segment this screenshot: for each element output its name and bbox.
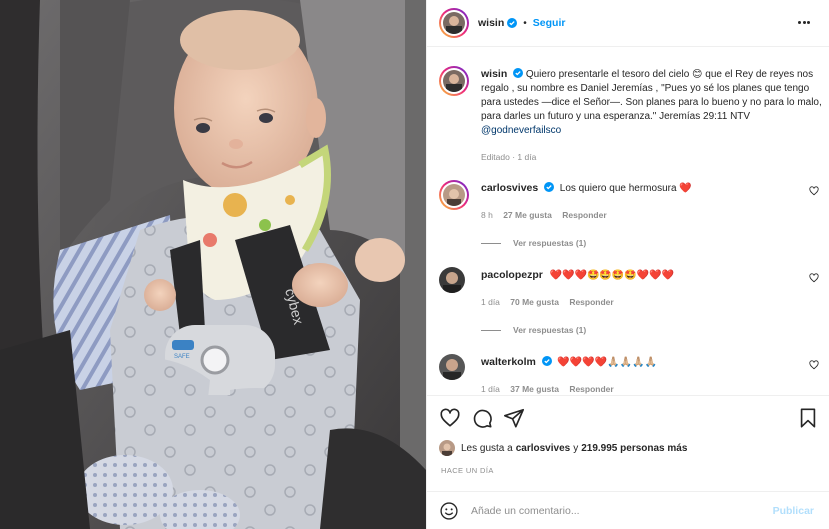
- liker-username[interactable]: carlosvives: [516, 443, 571, 454]
- post-header: wisin • Seguir: [427, 0, 829, 47]
- post-timestamp[interactable]: HACE UN DÍA: [441, 466, 494, 475]
- caption-avatar[interactable]: [439, 66, 469, 96]
- bookmark-icon[interactable]: [797, 407, 819, 429]
- view-replies-label: Ver respuestas (1): [513, 325, 587, 335]
- view-replies-button[interactable]: Ver respuestas (1): [481, 325, 586, 335]
- comment-emojis: ❤️❤️❤️❤️🙏🏼🙏🏼🙏🏼🙏🏼: [557, 357, 658, 368]
- reply-button[interactable]: Responder: [569, 297, 613, 307]
- baby-in-car-seat-image: cybex SAFE: [0, 0, 426, 529]
- replies-divider-line: [481, 242, 501, 244]
- comment-input[interactable]: [471, 500, 761, 522]
- comment-username[interactable]: carlosvives: [481, 182, 538, 194]
- caption-body-start: Quiero presentarle el tesoro del cielo: [525, 69, 690, 80]
- reply-button[interactable]: Responder: [562, 210, 606, 220]
- add-comment-bar: Publicar: [427, 491, 829, 529]
- likes-conjunction: y: [573, 442, 579, 454]
- comment-likes[interactable]: 70 Me gusta: [510, 297, 559, 307]
- comment-time[interactable]: 1 día: [481, 297, 500, 307]
- comment-text: carlosvives Los quiero que hermosura ❤️: [481, 182, 693, 194]
- caption-username[interactable]: wisin: [481, 68, 507, 80]
- post-actions-section: Les gusta a carlosvives y 219.995 person…: [427, 395, 829, 529]
- comment-text: walterkolm ❤️❤️❤️❤️🙏🏼🙏🏼🙏🏼🙏🏼: [481, 356, 658, 368]
- comment-avatar[interactable]: [439, 267, 465, 293]
- svg-text:SAFE: SAFE: [174, 354, 190, 360]
- comment-time[interactable]: 8 h: [481, 210, 493, 220]
- share-icon[interactable]: [503, 407, 525, 429]
- post-details-panel: wisin • Seguir wisin Quiero presentarle …: [426, 0, 829, 529]
- comment-likes[interactable]: 27 Me gusta: [503, 210, 552, 220]
- comments-scroll-area[interactable]: wisin Quiero presentarle el tesoro del c…: [427, 48, 829, 395]
- verified-badge-icon: [541, 356, 552, 366]
- comment-icon[interactable]: [471, 407, 493, 429]
- view-replies-button[interactable]: Ver respuestas (1): [481, 238, 586, 248]
- comment-emojis: ❤️❤️❤️🤩🤩🤩🤩❤️❤️❤️: [549, 270, 675, 281]
- caption-time[interactable]: 1 día: [517, 152, 536, 162]
- avatar: [443, 184, 465, 206]
- comment-avatar[interactable]: [439, 354, 465, 380]
- comment-username[interactable]: walterkolm: [481, 356, 536, 368]
- comment-time[interactable]: 1 día: [481, 384, 500, 394]
- likes-prefix: Les gusta a: [461, 442, 513, 454]
- avatar-story-ring[interactable]: [439, 8, 469, 38]
- follow-button[interactable]: Seguir: [533, 17, 566, 29]
- comment-likes[interactable]: 37 Me gusta: [510, 384, 559, 394]
- view-replies-label: Ver respuestas (1): [513, 238, 587, 248]
- comment-meta: 1 día 70 Me gusta Responder: [481, 297, 614, 307]
- comment-text: pacolopezpr ❤️❤️❤️🤩🤩🤩🤩❤️❤️❤️: [481, 269, 675, 281]
- post-author-username[interactable]: wisin: [478, 17, 504, 29]
- replies-divider-line: [481, 329, 501, 331]
- reply-button[interactable]: Responder: [569, 384, 613, 394]
- edited-label: Editado: [481, 152, 510, 162]
- caption-mention-link[interactable]: @godneverfailsco: [481, 125, 561, 136]
- avatar: [443, 70, 465, 92]
- verified-badge-icon: [507, 18, 518, 28]
- header-separator: •: [523, 17, 527, 29]
- comment-like-heart-icon[interactable]: [809, 273, 819, 283]
- more-options-icon[interactable]: [798, 18, 810, 28]
- comment-meta: 1 día 37 Me gusta Responder: [481, 384, 614, 394]
- heart-icon[interactable]: [439, 407, 461, 429]
- avatar: [443, 12, 465, 34]
- comment-like-heart-icon[interactable]: [809, 186, 819, 196]
- likes-summary: Les gusta a carlosvives y 219.995 person…: [439, 440, 687, 456]
- comment-body: Los quiero que hermosura: [559, 183, 677, 194]
- emoji-picker-icon[interactable]: [439, 501, 459, 521]
- caption-text: wisin Quiero presentarle el tesoro del c…: [481, 67, 825, 138]
- verified-badge-icon: [544, 182, 554, 192]
- smiling-face-emoji: 😊: [692, 69, 703, 80]
- caption-meta: Editado · 1 día: [481, 152, 537, 162]
- comment-meta: 8 h 27 Me gusta Responder: [481, 210, 607, 220]
- post-modal: cybex SAFE wisin • Seguir wisin Quiero p…: [0, 0, 829, 529]
- post-photo[interactable]: cybex SAFE: [0, 0, 426, 529]
- comment-avatar[interactable]: [439, 180, 469, 210]
- publish-button[interactable]: Publicar: [773, 505, 814, 517]
- likes-count[interactable]: 219.995 personas más: [581, 443, 687, 454]
- comment-emojis: ❤️: [679, 183, 692, 194]
- verified-badge-icon: [513, 68, 524, 78]
- comment-like-heart-icon[interactable]: [809, 360, 819, 370]
- liker-avatar[interactable]: [439, 440, 455, 456]
- comment-username[interactable]: pacolopezpr: [481, 269, 543, 281]
